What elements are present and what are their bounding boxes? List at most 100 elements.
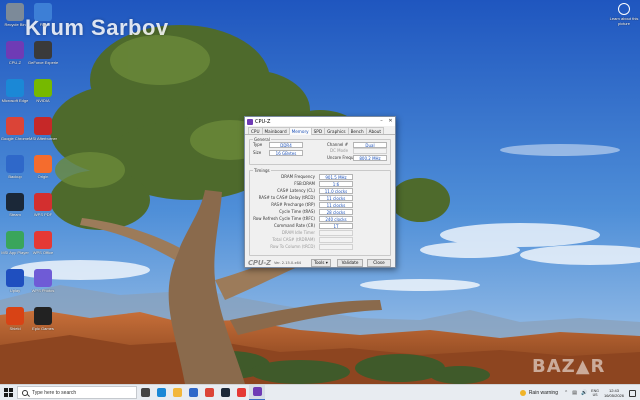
cpuz-icon: [252, 387, 262, 396]
tab-strip: CPU Mainboard Memory SPD Graphics Bench About: [245, 127, 395, 135]
timing-label: Cycle Time (tRAS): [279, 209, 315, 214]
shield-icon: [6, 307, 24, 325]
tab-bench[interactable]: Bench: [347, 127, 367, 134]
learn-about-picture-icon[interactable]: Learn about this picture: [609, 3, 639, 26]
desktop-icon[interactable]: Uplay: [0, 269, 30, 293]
language-indicator[interactable]: ENG US: [591, 389, 599, 397]
timing-label: Row To Column (tRCD): [270, 244, 315, 249]
desktop-icon-label: Epic Games: [32, 326, 54, 331]
close-window-button[interactable]: ✕: [386, 117, 395, 126]
taskbar-app-button[interactable]: [249, 384, 265, 400]
geforce-icon: [34, 41, 52, 59]
timing-value: [319, 230, 353, 236]
tools-dropdown[interactable]: Tools ▾: [311, 259, 331, 267]
desktop-icon[interactable]: MSI App Player: [0, 231, 30, 255]
timings-group-label: Timings: [253, 168, 271, 173]
timing-label: DRAM Frequency: [281, 174, 315, 179]
timing-label: Row Refresh Cycle Time (tRFC): [253, 216, 315, 221]
desktop-icon-label: MSI App Player: [1, 250, 29, 255]
desktop-icon[interactable]: Backup: [0, 155, 30, 179]
file-explorer-icon: [172, 388, 182, 397]
windows-logo-icon: [3, 388, 13, 397]
size-label: Size: [253, 150, 262, 155]
desktop-icon[interactable]: WPS Office: [28, 231, 58, 255]
weather-widget[interactable]: Rain warning: [519, 390, 558, 396]
tab-graphics[interactable]: Graphics: [324, 127, 349, 134]
tab-about[interactable]: About: [365, 127, 385, 134]
weather-icon: [519, 390, 526, 396]
learn-about-picture-label: Learn about this picture: [609, 16, 639, 26]
nvidia-icon: [34, 79, 52, 97]
desktop-icon[interactable]: GeForce Experience: [28, 41, 58, 65]
timing-value: [319, 237, 353, 243]
taskbar-app-button[interactable]: [233, 385, 249, 400]
desktop-icon[interactable]: File: [28, 3, 58, 27]
desktop-icon[interactable]: WPS PDF: [28, 193, 58, 217]
tab-spd[interactable]: SPD: [310, 127, 326, 134]
desktop-icon[interactable]: NVIDIA: [28, 79, 58, 103]
tab-mainboard[interactable]: Mainboard: [261, 127, 290, 134]
origin-icon: [34, 155, 52, 173]
validate-button[interactable]: Validate: [337, 259, 363, 267]
taskbar-search-box[interactable]: Type here to search: [17, 386, 137, 399]
cpuz-titlebar[interactable]: CPU-Z – ✕: [245, 117, 395, 126]
timing-value: 1T: [319, 223, 353, 229]
system-tray: Rain warning ⌃ ▤ 🔊 ENG US 12:43 16/05/20…: [519, 385, 640, 400]
desktop-icon-label: NVIDIA: [36, 98, 50, 103]
timing-value: 28 clocks: [319, 209, 353, 215]
taskbar-app-button[interactable]: [217, 385, 233, 400]
desktop-icon[interactable]: Origin: [28, 155, 58, 179]
desktop-icon-label: WPS Office: [32, 250, 54, 255]
taskbar-app-button[interactable]: [201, 385, 217, 400]
timing-label: RAS# to CAS# Delay (tRCD): [258, 195, 315, 200]
taskbar-clock[interactable]: 12:43 16/05/2026: [604, 388, 624, 398]
show-hidden-icons-icon[interactable]: ⌃: [564, 390, 568, 396]
backup-icon: [6, 155, 24, 173]
desktop-icon-label: Recycle Bin: [4, 22, 26, 27]
timing-label: RAS# Precharge (tRP): [271, 202, 315, 207]
file-icon: [34, 3, 52, 21]
desktop-icon[interactable]: Shield: [0, 307, 30, 331]
desktop-icon-label: File: [39, 22, 47, 27]
version-label: Ver. 2.15.0.x64: [273, 261, 302, 265]
minimize-button[interactable]: –: [377, 117, 386, 126]
search-placeholder: Type here to search: [32, 389, 77, 396]
tools-label: Tools: [314, 260, 325, 265]
network-icon[interactable]: ▤: [572, 390, 577, 396]
wps-icon: [34, 231, 52, 249]
volume-icon[interactable]: 🔊: [581, 390, 587, 396]
taskbar-app-button[interactable]: [137, 385, 153, 400]
chrome-icon: [6, 117, 24, 135]
desktop-icon-label: Uplay: [9, 288, 21, 293]
desktop-icon[interactable]: MSI Afterburner: [28, 117, 58, 141]
taskbar-app-button[interactable]: [169, 385, 185, 400]
channel-label: Channel #: [327, 142, 349, 147]
photos-icon: [34, 269, 52, 287]
steam-icon: [6, 193, 24, 211]
store-icon: [188, 388, 198, 397]
desktop-icon[interactable]: WPS Photos: [28, 269, 58, 293]
desktop-icon[interactable]: CPU-Z: [0, 41, 30, 65]
close-button[interactable]: Close: [367, 259, 391, 267]
timing-value: 11.0 clocks: [319, 188, 353, 194]
taskbar-app-button[interactable]: [185, 385, 201, 400]
taskbar-app-button[interactable]: [153, 385, 169, 400]
desktop-icon[interactable]: Steam: [0, 193, 30, 217]
timing-value: 901.5 MHz: [319, 174, 353, 180]
chevron-down-icon: ▾: [325, 260, 328, 265]
notification-center-icon[interactable]: [629, 389, 636, 397]
tab-cpu[interactable]: CPU: [248, 127, 263, 134]
tab-memory[interactable]: Memory: [288, 127, 312, 135]
desktop-icon-label: WPS PDF: [33, 212, 53, 217]
clock-date: 16/05/2026: [603, 393, 624, 398]
uncore-frequency-value: 800.2 MHz: [353, 155, 387, 161]
desktop-icon[interactable]: Epic Games: [28, 307, 58, 331]
desktop-icon[interactable]: Recycle Bin: [0, 3, 30, 27]
weather-text: Rain warning: [528, 390, 558, 396]
afterburner-icon: [34, 117, 52, 135]
desktop-icon[interactable]: Microsoft Edge: [0, 79, 30, 103]
desktop-icon-label: WPS Photos: [31, 288, 55, 293]
cpuz-icon: [6, 41, 24, 59]
desktop-icon[interactable]: Google Chrome: [0, 117, 30, 141]
start-button[interactable]: [0, 385, 16, 400]
